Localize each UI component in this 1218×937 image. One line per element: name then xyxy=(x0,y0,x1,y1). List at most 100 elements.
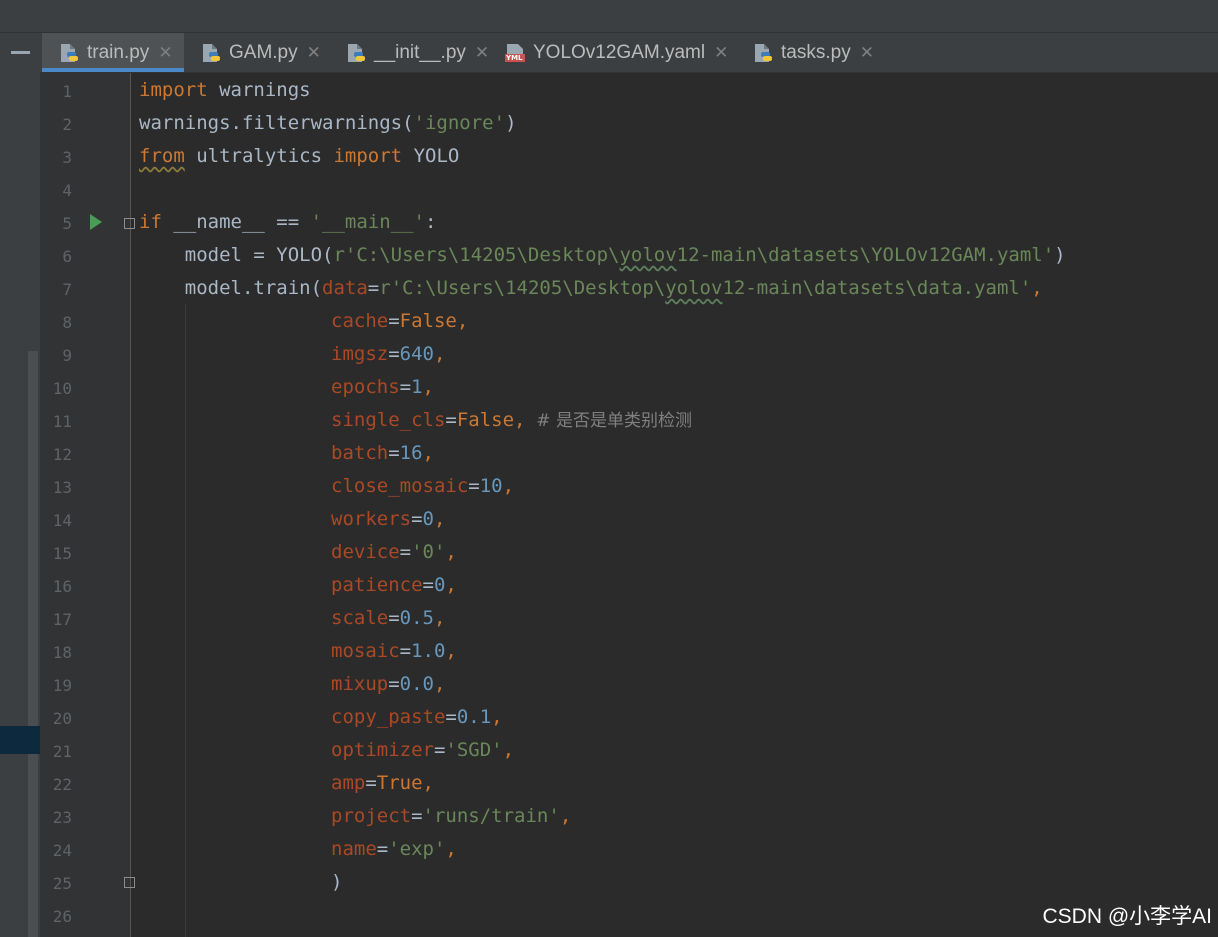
string-literal: yolov xyxy=(665,277,723,299)
line-number: 6 xyxy=(62,247,72,266)
code-text: = xyxy=(367,277,380,299)
code-line-13: close_mosaic=10, xyxy=(331,470,514,503)
code-comma: , xyxy=(514,409,526,431)
param-name: scale xyxy=(331,607,389,629)
line-number: 8 xyxy=(62,313,72,332)
tab-tasks-py[interactable]: tasks.py ✕ xyxy=(736,33,886,72)
tab-label: GAM.py xyxy=(229,41,298,63)
line-number: 17 xyxy=(52,610,72,629)
code-editor[interactable]: 1 2 3 4 5 6 7 8 9 10 11 12 13 14 15 16 1… xyxy=(40,73,1218,937)
code-line-1: import warnings xyxy=(139,74,311,107)
run-icon[interactable] xyxy=(90,214,102,230)
code-text: = xyxy=(399,541,412,563)
param-name: optimizer xyxy=(331,739,434,761)
close-icon[interactable]: ✕ xyxy=(714,43,728,63)
code-line-18: mosaic=1.0, xyxy=(331,635,457,668)
code-text: : xyxy=(425,211,437,233)
code-text: = xyxy=(388,442,400,464)
code-text: = xyxy=(365,772,377,794)
tab-label: tasks.py xyxy=(781,41,851,63)
code-text: model.train( xyxy=(139,277,323,299)
param-value: 'exp' xyxy=(388,838,446,860)
code-comma: , xyxy=(1031,277,1043,299)
param-name: device xyxy=(331,541,400,563)
tab-yolov12gam-yaml[interactable]: YML YOLOv12GAM.yaml ✕ xyxy=(488,33,738,72)
code-text: = xyxy=(388,607,400,629)
code-text: model = YOLO( xyxy=(139,244,334,266)
keyword: if xyxy=(139,211,162,233)
line-number: 25 xyxy=(52,874,72,893)
selected-row-highlight xyxy=(0,726,40,754)
code-line-10: epochs=1, xyxy=(331,371,434,404)
keyword: import xyxy=(139,79,208,101)
string-literal: 'ignore' xyxy=(413,112,506,134)
line-number: 22 xyxy=(52,775,72,794)
param-name: imgsz xyxy=(331,343,389,365)
code-line-8: cache=False, xyxy=(331,305,468,338)
code-text: = xyxy=(445,706,457,728)
fold-icon[interactable] xyxy=(124,877,135,888)
code-text: = xyxy=(411,508,423,530)
tab-train-py[interactable]: train.py ✕ xyxy=(42,33,184,72)
code-text: = xyxy=(468,475,480,497)
tab-init-py[interactable]: __init__.py ✕ xyxy=(329,33,489,72)
line-gutter: 1 2 3 4 5 6 7 8 9 10 11 12 13 14 15 16 1… xyxy=(40,73,135,937)
code-comma: , xyxy=(559,805,572,827)
code-comma: , xyxy=(445,838,457,860)
param-name: patience xyxy=(331,574,423,596)
param-name: name xyxy=(331,838,377,860)
line-number: 12 xyxy=(52,445,72,464)
line-number: 26 xyxy=(52,907,72,926)
code-line-23: project='runs/train', xyxy=(331,800,571,833)
code-text: = xyxy=(388,310,400,332)
line-number: 3 xyxy=(62,148,72,167)
param-name: cache xyxy=(331,310,389,332)
line-number: 5 xyxy=(62,214,72,233)
tab-gam-py[interactable]: GAM.py ✕ xyxy=(184,33,325,72)
string-literal: r'C:\Users\14205\Desktop\ xyxy=(333,244,620,266)
code-text: warnings.filterwarnings( xyxy=(139,112,414,134)
param-value: 0.1 xyxy=(456,706,492,728)
code-line-2: warnings.filterwarnings('ignore') xyxy=(139,107,517,140)
close-icon[interactable]: ✕ xyxy=(158,43,172,63)
code-comment: # 是否是单类别检测 xyxy=(525,411,692,431)
python-file-icon xyxy=(752,42,774,64)
param-value: 'runs/train' xyxy=(422,805,560,827)
code-text: ultralytics xyxy=(184,145,334,167)
line-number: 21 xyxy=(52,742,72,761)
string-literal: r'C:\Users\14205\Desktop\ xyxy=(379,277,666,299)
indent-guide xyxy=(185,304,186,937)
code-line-14: workers=0, xyxy=(331,503,445,536)
param-value: '0' xyxy=(411,541,446,563)
code-line-11: single_cls=False, # 是否是单类别检测 xyxy=(331,404,692,437)
code-text: warnings xyxy=(207,79,311,101)
param-value: False xyxy=(456,409,515,431)
line-number: 11 xyxy=(52,412,72,431)
collapse-icon[interactable] xyxy=(11,51,30,54)
code-line-20: copy_paste=0.1, xyxy=(331,701,503,734)
param-value: 10 xyxy=(479,475,503,497)
fold-icon[interactable] xyxy=(124,218,135,229)
param-name: copy_paste xyxy=(331,706,446,728)
line-number: 20 xyxy=(52,709,72,728)
code-line-25: ) xyxy=(331,866,342,899)
code-comma: , xyxy=(445,574,457,596)
line-number: 1 xyxy=(62,82,72,101)
close-icon[interactable]: ✕ xyxy=(307,43,321,63)
python-file-icon xyxy=(345,42,367,64)
param-value: 16 xyxy=(399,442,423,464)
line-number: 14 xyxy=(52,511,72,530)
code-line-7: model.train(data=r'C:\Users\14205\Deskto… xyxy=(139,272,1043,305)
param-name: workers xyxy=(331,508,412,530)
line-number: 2 xyxy=(62,115,72,134)
project-panel-scrollbar[interactable] xyxy=(28,351,38,937)
line-number: 24 xyxy=(52,841,72,860)
code-text: = xyxy=(388,343,400,365)
code-comma: , xyxy=(491,706,503,728)
param-name: project xyxy=(331,805,412,827)
line-number: 13 xyxy=(52,478,72,497)
code-text: = xyxy=(399,640,412,662)
param-value: 'SGD' xyxy=(445,739,503,761)
close-icon[interactable]: ✕ xyxy=(860,43,874,63)
left-tool-strip xyxy=(0,33,40,937)
